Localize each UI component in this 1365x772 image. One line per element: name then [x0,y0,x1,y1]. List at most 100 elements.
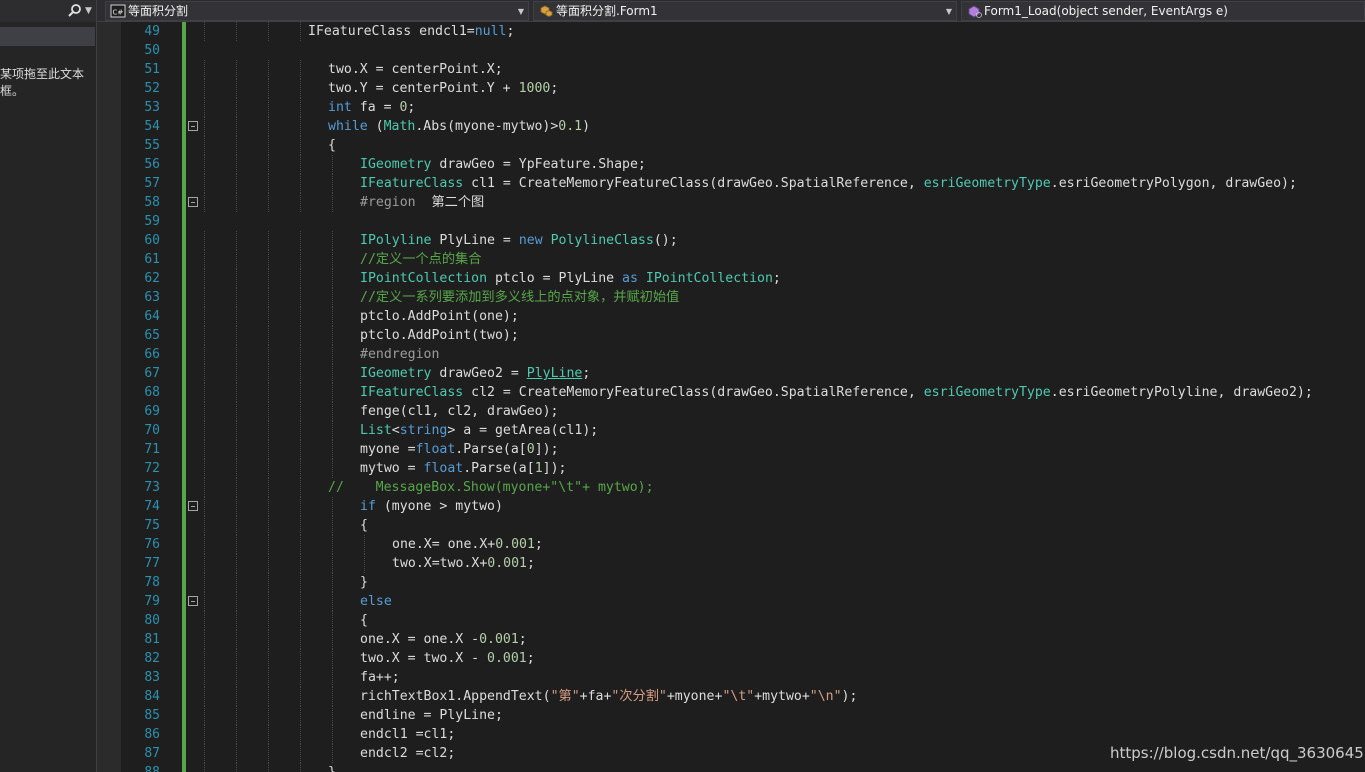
toolbox-panel: ▼ 某项拖至此文本 框。 [0,0,97,772]
indent-guide [204,326,205,345]
indent-guide [300,611,301,630]
code-line[interactable]: 77 two.X=two.X+0.001; [97,554,1365,573]
code-line[interactable]: 83 fa++; [97,668,1365,687]
code-line[interactable]: 65 ptclo.AddPoint(two); [97,326,1365,345]
line-number: 79 [144,594,160,609]
code-line[interactable]: 60 IPolyline PlyLine = new PolylineClass(… [97,231,1365,250]
code-line[interactable]: 63 //定义一系列要添加到多义线上的点对象，并赋初始值 [97,288,1365,307]
code-line[interactable]: 82 two.X = two.X - 0.001; [97,649,1365,668]
code-token: two.X=two.X+ [392,556,488,571]
class-dropdown[interactable]: 等面积分割.Form1 ▼ [533,1,957,21]
code-line[interactable]: 50 [97,41,1365,60]
code-editor[interactable]: 49 IFeatureClass endcl1=null; 50 51 two.X = … [97,22,1365,772]
indent-guide [300,744,301,763]
toolbox-search-bar[interactable] [0,27,95,46]
indent-guide [236,307,237,326]
line-number: 87 [144,746,160,761]
indent-guide [204,269,205,288]
code-line[interactable]: 56 IGeometry drawGeo = YpFeature.Shape; [97,155,1365,174]
code-line[interactable]: 70 List<string> a = getArea(cl1); [97,421,1365,440]
line-number: 54 [144,119,160,134]
chevron-down-icon[interactable]: ▼ [85,4,95,18]
code-line[interactable]: 51 two.X = centerPoint.X; [97,60,1365,79]
code-token: .Abs(myone-mytwo)> [415,119,559,134]
indent-guide [204,174,205,193]
code-line[interactable]: 61 //定义一个点的集合 [97,250,1365,269]
code-token: (); [653,233,678,248]
collapse-icon[interactable] [188,501,198,511]
code-line[interactable]: 88} [97,763,1365,772]
code-line[interactable]: 49 IFeatureClass endcl1=null; [97,22,1365,41]
indent-guide [300,364,301,383]
code-line[interactable]: 78} [97,573,1365,592]
indent-guide [204,516,205,535]
code-line[interactable]: 80 { [97,611,1365,630]
member-dropdown[interactable]: Form1_Load(object sender, EventArgs e) [961,1,1365,21]
code-line[interactable]: 59 [97,212,1365,231]
code-text: mytwo = float.Parse(a[1]); [360,459,566,478]
code-line[interactable]: 81 one.X = one.X -0.001; [97,630,1365,649]
indent-guide [268,535,269,554]
line-number: 88 [127,763,160,772]
code-token: ptclo.AddPoint(two); [360,328,519,343]
code-token: endline = PlyLine; [360,708,503,723]
class-label: 等面积分割.Form1 [556,4,658,18]
indent-guide [268,364,269,383]
indent-guide [204,763,205,772]
code-line[interactable]: 73 // MessageBox.Show(myone+"\t"+ mytwo); [97,478,1365,497]
code-line[interactable]: 66 #endregion [97,345,1365,364]
line-number: 62 [144,271,160,286]
indent-guide [204,345,205,364]
code-line[interactable]: 57 IFeatureClass cl1 = CreateMemoryFeatur… [97,174,1365,193]
code-line[interactable]: 71 myone =float.Parse(a[0]); [97,440,1365,459]
indent-guide [332,307,333,326]
code-line[interactable]: 74 if (myone > mytwo) [97,497,1365,516]
code-token: Math [383,119,416,134]
collapse-icon[interactable] [188,197,198,207]
indent-guide [300,573,301,592]
indent-guide [204,136,205,155]
indent-guide [268,478,269,497]
indent-guide [332,706,333,725]
collapse-icon[interactable] [188,596,198,606]
indent-guide [204,478,205,497]
code-line[interactable]: 62 IPointCollection ptclo = PlyLine as IP… [97,269,1365,288]
code-token: if [360,499,376,514]
code-line[interactable]: 76 one.X= one.X+0.001; [97,535,1365,554]
code-line[interactable]: 79 else [97,592,1365,611]
code-line[interactable]: 75 { [97,516,1365,535]
project-dropdown[interactable]: C# 等面积分割 ▼ [105,1,529,21]
code-line[interactable]: 72 mytwo = float.Parse(a[1]); [97,459,1365,478]
indent-guide [268,687,269,706]
indent-guide [332,535,333,554]
code-line[interactable]: 54 while (Math.Abs(myone-mytwo)>0.1) [97,117,1365,136]
indent-guide [332,649,333,668]
collapse-icon[interactable] [188,121,198,131]
code-text: ptclo.AddPoint(one); [360,307,519,326]
code-line[interactable]: 53 int fa = 0; [97,98,1365,117]
search-icon[interactable] [66,3,84,19]
code-token: ; [407,100,416,115]
code-line[interactable]: 55 { [97,136,1365,155]
code-line[interactable]: 69 fenge(cl1, cl2, drawGeo); [97,402,1365,421]
indent-guide [332,269,333,288]
code-line[interactable]: 86 endcl1 =cl1; [97,725,1365,744]
code-line[interactable]: 68 IFeatureClass cl2 = CreateMemoryFeatur… [97,383,1365,402]
code-token: PolylineClass [550,233,654,248]
toolbox-header: ▼ [0,0,96,22]
indent-guide [268,649,269,668]
code-line[interactable]: 64 ptclo.AddPoint(one); [97,307,1365,326]
code-line[interactable]: 84 richTextBox1.AppendText("第"+fa+"次分割"+m… [97,687,1365,706]
indent-guide [300,687,301,706]
code-line[interactable]: 85 endline = PlyLine; [97,706,1365,725]
indent-guide [268,60,269,79]
code-line[interactable]: 58 #region 第二个图 [97,193,1365,212]
code-token: // MessageBox.Show(myone+"\t"+ mytwo); [328,480,654,495]
code-line[interactable]: 52 two.Y = centerPoint.Y + 1000; [97,79,1365,98]
indent-guide [236,535,237,554]
code-token: { [360,518,368,533]
line-number: 69 [144,404,160,419]
code-text: IFeatureClass endcl1=null; [308,22,514,41]
indent-guide [300,231,301,250]
code-line[interactable]: 67 IGeometry drawGeo2 = PlyLine; [97,364,1365,383]
